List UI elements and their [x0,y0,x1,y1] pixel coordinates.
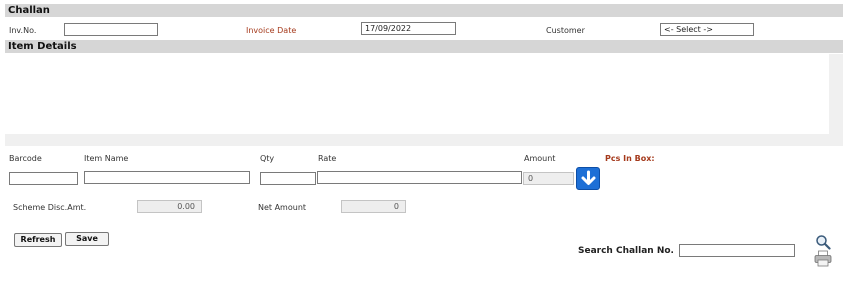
refresh-button[interactable]: Refresh [14,233,62,247]
scheme-disc-label: Scheme Disc.Amt. [13,203,87,212]
printer-icon[interactable] [814,250,832,267]
amount-label: Amount [524,154,556,163]
item-details-section-header: Item Details [5,40,843,53]
scheme-disc-field: 0.00 [137,200,202,213]
qty-input[interactable] [260,172,316,185]
add-item-button[interactable] [576,167,600,190]
rate-select[interactable] [317,171,522,184]
barcode-input[interactable] [9,172,78,185]
grid-horizontal-scrollbar[interactable] [5,134,843,146]
invoice-date-label: Invoice Date [246,26,297,35]
item-details-grid [5,54,843,146]
amount-field: 0 [523,172,574,185]
challan-section-header: Challan [5,4,843,17]
challan-title: Challan [8,5,50,16]
item-name-label: Item Name [84,154,129,163]
magnifier-icon[interactable] [815,234,831,250]
invoice-date-input[interactable]: 17/09/2022 [361,22,456,35]
item-details-title: Item Details [8,41,77,52]
rate-label: Rate [318,154,337,163]
qty-label: Qty [260,154,275,163]
search-challan-input[interactable] [679,244,795,257]
item-name-input[interactable] [84,171,250,184]
customer-selected-value: <- Select -> [664,25,713,34]
save-button[interactable]: Save [65,232,109,246]
grid-vertical-scrollbar[interactable] [829,54,843,134]
customer-select[interactable]: <- Select -> [660,23,754,36]
pcs-in-box-label: Pcs In Box: [605,154,655,163]
search-challan-label: Search Challan No. [578,246,674,256]
net-amount-label: Net Amount [258,203,307,212]
barcode-label: Barcode [9,154,42,163]
customer-label: Customer [546,26,585,35]
inv-no-label: Inv.No. [9,26,37,35]
arrow-down-icon [581,170,596,185]
inv-no-input[interactable] [64,23,158,36]
net-amount-field: 0 [341,200,406,213]
